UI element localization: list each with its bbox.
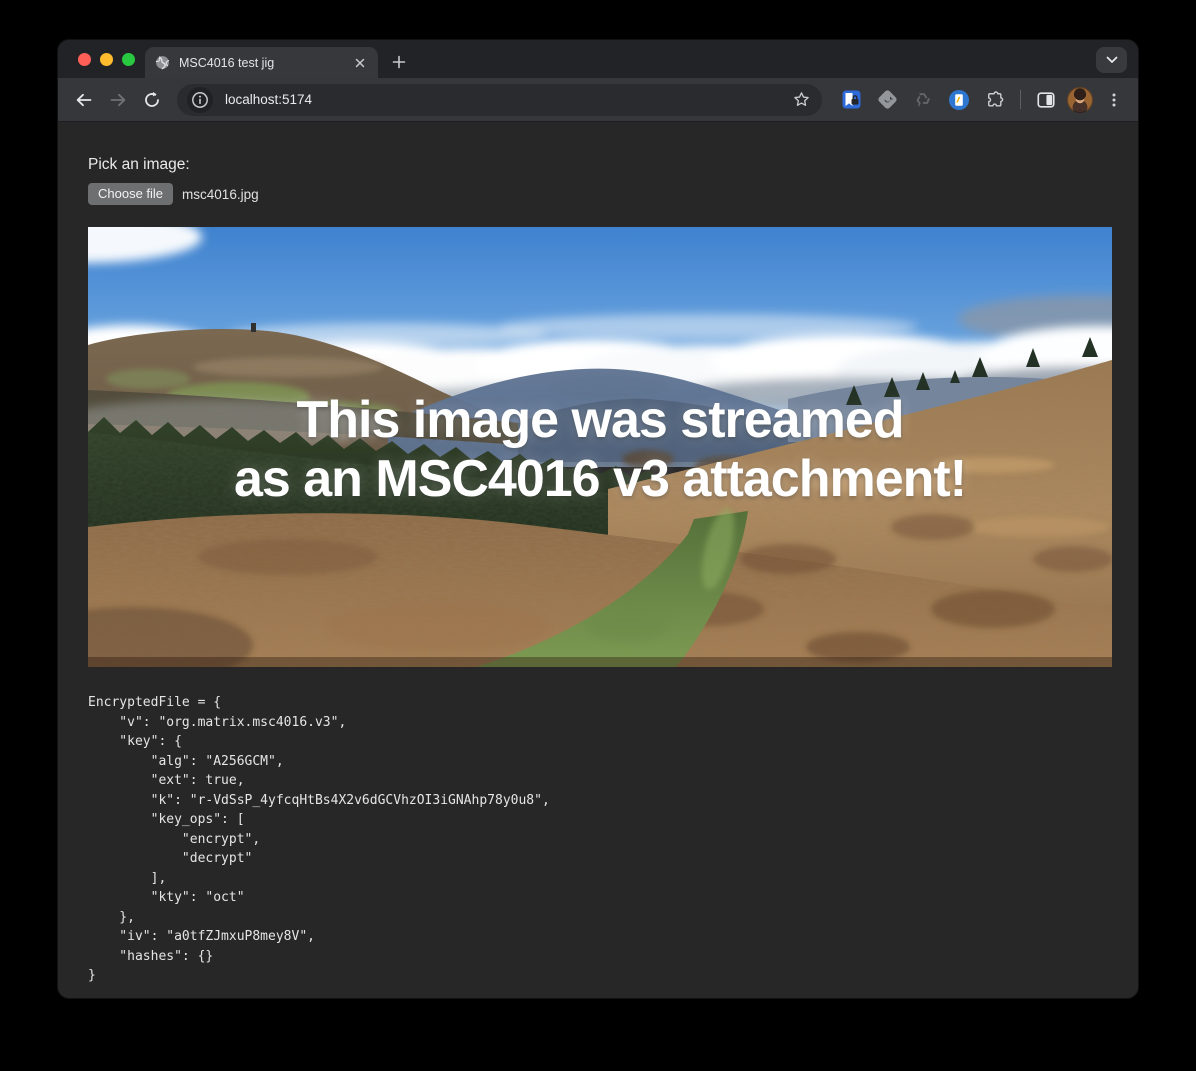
- choose-file-button[interactable]: Choose file: [88, 183, 173, 205]
- close-window-button[interactable]: [78, 53, 91, 66]
- streamed-image: This image was streamed as an MSC4016 v3…: [88, 227, 1112, 667]
- bookmark-star-icon[interactable]: [786, 85, 816, 115]
- minimize-window-button[interactable]: [100, 53, 113, 66]
- recycle-extension-icon[interactable]: [908, 85, 938, 115]
- desktop: MSC4016 test jig: [0, 0, 1196, 1071]
- forward-button[interactable]: [101, 83, 135, 117]
- site-info-icon[interactable]: [185, 85, 215, 115]
- globe-icon: [155, 55, 170, 70]
- address-bar[interactable]: localhost:5174: [177, 84, 822, 116]
- selected-filename: msc4016.jpg: [182, 187, 259, 202]
- reload-button[interactable]: [135, 83, 169, 117]
- back-button[interactable]: [67, 83, 101, 117]
- url-text[interactable]: localhost:5174: [225, 92, 786, 107]
- toolbar-separator: [1020, 90, 1021, 109]
- browser-tab[interactable]: MSC4016 test jig: [145, 47, 378, 78]
- maximize-window-button[interactable]: [122, 53, 135, 66]
- page-content: Pick an image: Choose file msc4016.jpg: [58, 122, 1138, 998]
- encrypted-file-json: EncryptedFile = { "v": "org.matrix.msc40…: [88, 693, 1112, 986]
- extensions-puzzle-icon[interactable]: [980, 85, 1010, 115]
- side-panel-icon[interactable]: [1031, 85, 1061, 115]
- new-tab-button[interactable]: [385, 48, 413, 76]
- pick-image-label: Pick an image:: [88, 156, 1112, 174]
- traffic-lights: [78, 53, 135, 66]
- browser-toolbar: localhost:5174: [58, 78, 1138, 122]
- image-caption: This image was streamed as an MSC4016 v3…: [88, 391, 1112, 509]
- kebab-menu-icon[interactable]: [1099, 85, 1129, 115]
- docs-extension-icon[interactable]: [944, 85, 974, 115]
- tab-title: MSC4016 test jig: [179, 56, 351, 70]
- tab-search-button[interactable]: [1096, 47, 1127, 73]
- extensions-row: [836, 85, 1129, 115]
- profile-avatar[interactable]: [1067, 87, 1093, 113]
- diamond-extension-icon[interactable]: [872, 85, 902, 115]
- caption-line-1: This image was streamed: [88, 391, 1112, 450]
- browser-window: MSC4016 test jig: [58, 40, 1138, 998]
- password-lock-extension-icon[interactable]: [836, 85, 866, 115]
- tab-close-icon[interactable]: [351, 54, 368, 71]
- tab-strip: MSC4016 test jig: [58, 40, 1138, 78]
- file-input[interactable]: Choose file msc4016.jpg: [88, 183, 1112, 205]
- caption-line-2: as an MSC4016 v3 attachment!: [88, 450, 1112, 509]
